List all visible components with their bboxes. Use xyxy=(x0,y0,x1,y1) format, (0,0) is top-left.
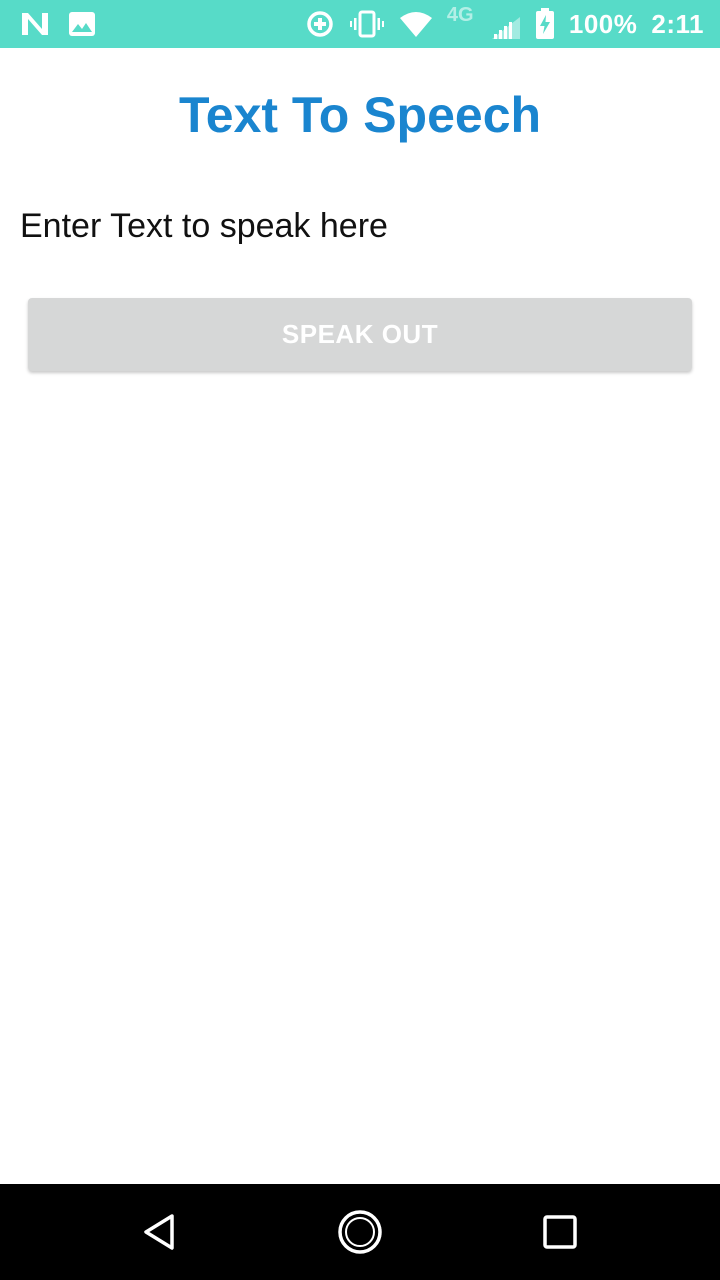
data-saver-icon xyxy=(305,9,335,39)
wifi-icon xyxy=(399,10,433,38)
home-icon[interactable] xyxy=(336,1208,384,1256)
recents-icon[interactable] xyxy=(536,1208,584,1256)
page-title: Text To Speech xyxy=(178,87,542,143)
lte-signal-icon: 4G xyxy=(447,4,521,40)
speak-out-button[interactable]: SPEAK OUT xyxy=(28,298,692,371)
clock: 2:11 xyxy=(651,8,704,39)
image-icon xyxy=(68,11,96,37)
battery-percent: 100% xyxy=(568,8,638,39)
status-bar-right: 4G 100% 2:11 xyxy=(305,4,704,40)
network-label: 4G xyxy=(446,4,474,26)
n-logo-icon xyxy=(20,11,50,37)
status-bar-left xyxy=(20,8,96,40)
vibrate-icon xyxy=(349,9,385,39)
battery-charging-icon xyxy=(535,8,555,40)
text-to-speak-input[interactable] xyxy=(20,202,700,250)
back-icon[interactable] xyxy=(136,1208,184,1256)
status-bar: 4G 100% 2:11 xyxy=(0,0,720,48)
app-content: Text To Speech SPEAK OUT xyxy=(0,48,720,1184)
navigation-bar xyxy=(0,1184,720,1280)
